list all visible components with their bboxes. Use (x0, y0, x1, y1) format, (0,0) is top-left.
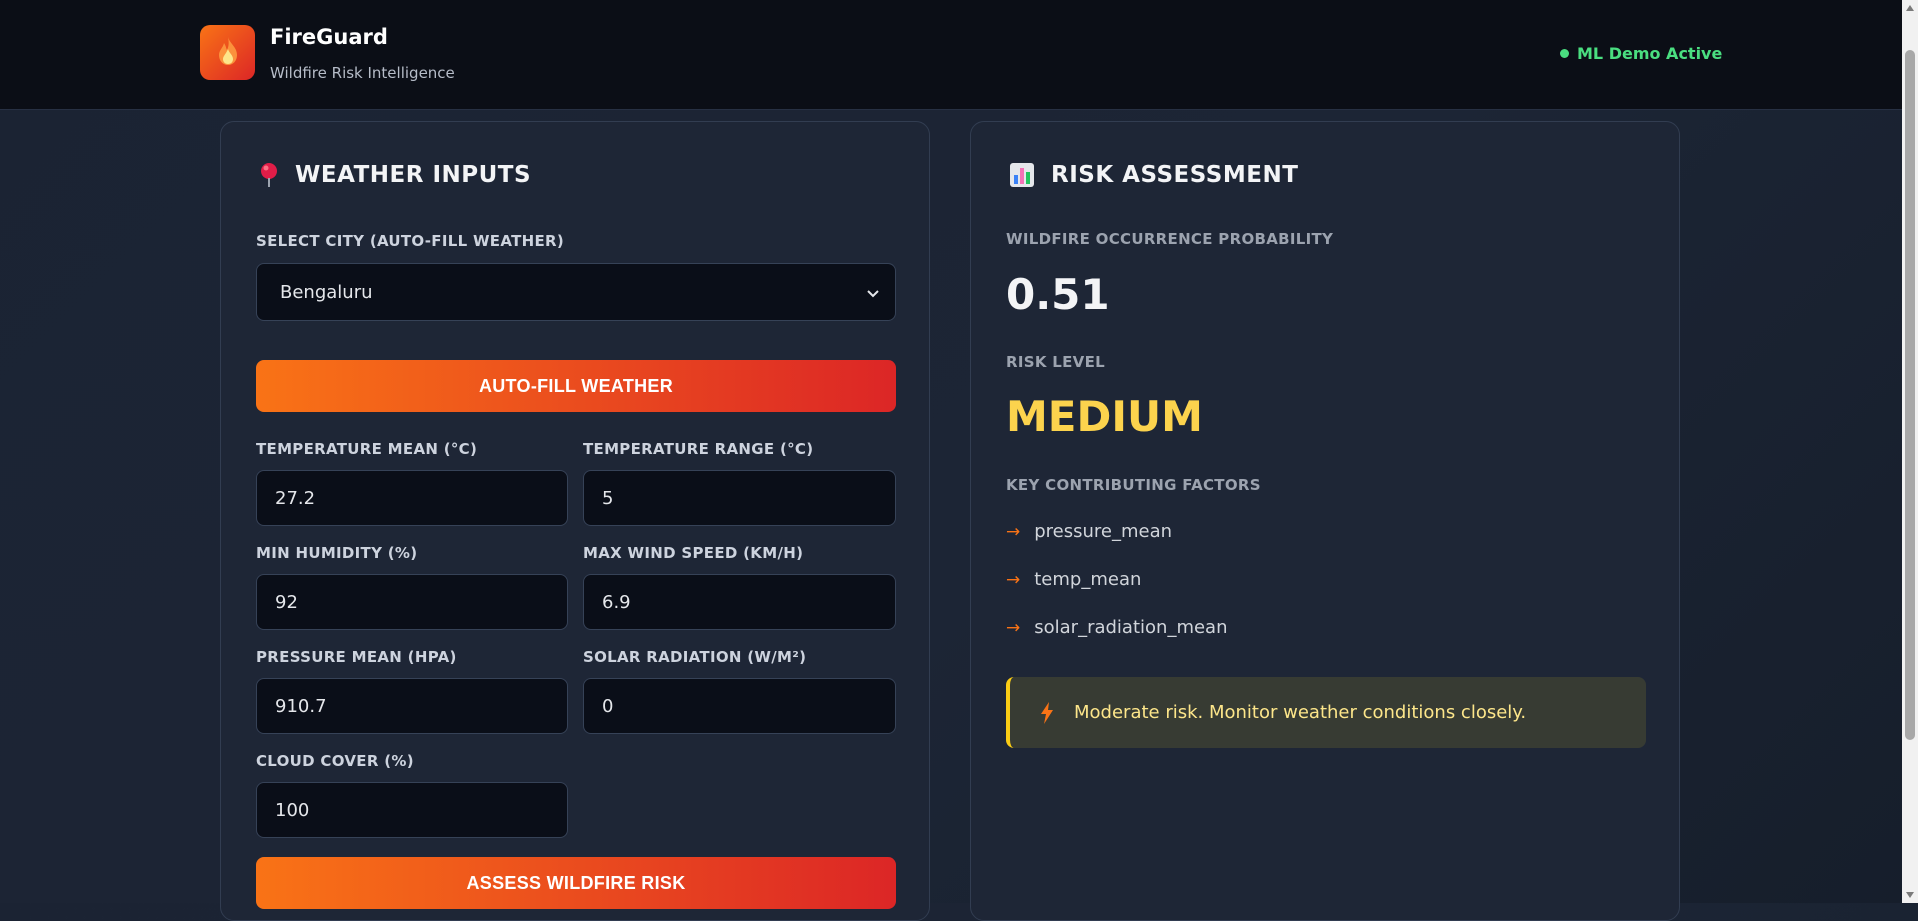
factor-text: pressure_mean (1034, 521, 1173, 542)
city-select[interactable]: Bengaluru (256, 263, 896, 321)
city-select-value: Bengaluru (280, 281, 373, 303)
cloud-cover-input[interactable]: 100 (256, 782, 568, 838)
min-humidity-label: MIN HUMIDITY (%) (256, 544, 418, 562)
status-indicator: ML Demo Active (1560, 44, 1722, 63)
autofill-weather-button[interactable]: AUTO-FILL WEATHER (256, 360, 896, 412)
app-logo (200, 25, 255, 80)
app-name: FireGuard (270, 25, 388, 49)
solar-radiation-input[interactable]: 0 (583, 678, 896, 734)
probability-value: 0.51 (1006, 270, 1110, 319)
arrow-right-icon: → (1006, 617, 1021, 638)
cloud-cover-label: CLOUD COVER (%) (256, 752, 414, 770)
scroll-thumb[interactable] (1905, 50, 1915, 740)
status-text: ML Demo Active (1577, 44, 1723, 63)
max-wind-label: MAX WIND SPEED (KM/H) (583, 544, 804, 562)
app-header: FireGuard Wildfire Risk Intelligence ML … (0, 0, 1902, 110)
solar-radiation-label: SOLAR RADIATION (W/M²) (583, 648, 807, 666)
risk-assessment-title: RISK ASSESSMENT (1009, 162, 1298, 188)
temp-range-label: TEMPERATURE RANGE (°C) (583, 440, 814, 458)
factors-label: KEY CONTRIBUTING FACTORS (1006, 476, 1261, 494)
factor-text: temp_mean (1034, 569, 1142, 590)
pressure-input[interactable]: 910.7 (256, 678, 568, 734)
temp-mean-label: TEMPERATURE MEAN (°C) (256, 440, 478, 458)
weather-inputs-panel: WEATHER INPUTS SELECT CITY (AUTO-FILL WE… (220, 121, 930, 921)
pressure-label: PRESSURE MEAN (HPA) (256, 648, 457, 666)
chevron-down-icon (867, 282, 879, 303)
temp-mean-input[interactable]: 27.2 (256, 470, 568, 526)
risk-level-value: MEDIUM (1006, 392, 1203, 441)
scroll-up-icon[interactable] (1906, 5, 1914, 11)
page-scrollbar[interactable] (1902, 0, 1918, 903)
map-pin-icon (259, 162, 279, 188)
factor-item: → solar_radiation_mean (1006, 617, 1228, 638)
assess-wildfire-risk-button[interactable]: ASSESS WILDFIRE RISK (256, 857, 896, 909)
lightning-bolt-icon (1040, 701, 1054, 724)
max-wind-input[interactable]: 6.9 (583, 574, 896, 630)
arrow-right-icon: → (1006, 521, 1021, 542)
probability-label: WILDFIRE OCCURRENCE PROBABILITY (1006, 230, 1334, 248)
risk-assessment-panel: RISK ASSESSMENT WILDFIRE OCCURRENCE PROB… (970, 121, 1680, 921)
flame-icon (215, 36, 241, 70)
factor-item: → pressure_mean (1006, 521, 1172, 542)
min-humidity-input[interactable]: 92 (256, 574, 568, 630)
risk-assessment-title-text: RISK ASSESSMENT (1051, 162, 1299, 188)
arrow-right-icon: → (1006, 569, 1021, 590)
city-select-label: SELECT CITY (AUTO-FILL WEATHER) (256, 232, 565, 250)
risk-level-label: RISK LEVEL (1006, 353, 1105, 371)
weather-inputs-title-text: WEATHER INPUTS (295, 162, 532, 188)
temp-range-input[interactable]: 5 (583, 470, 896, 526)
risk-alert-text: Moderate risk. Monitor weather condition… (1074, 702, 1527, 723)
factor-text: solar_radiation_mean (1034, 617, 1228, 638)
weather-inputs-title: WEATHER INPUTS (259, 162, 531, 188)
app-subtitle: Wildfire Risk Intelligence (270, 64, 455, 82)
risk-alert: Moderate risk. Monitor weather condition… (1006, 677, 1646, 748)
status-dot-icon (1560, 49, 1569, 58)
bar-chart-icon (1009, 162, 1035, 188)
factor-item: → temp_mean (1006, 569, 1141, 590)
scroll-down-icon[interactable] (1906, 892, 1914, 898)
